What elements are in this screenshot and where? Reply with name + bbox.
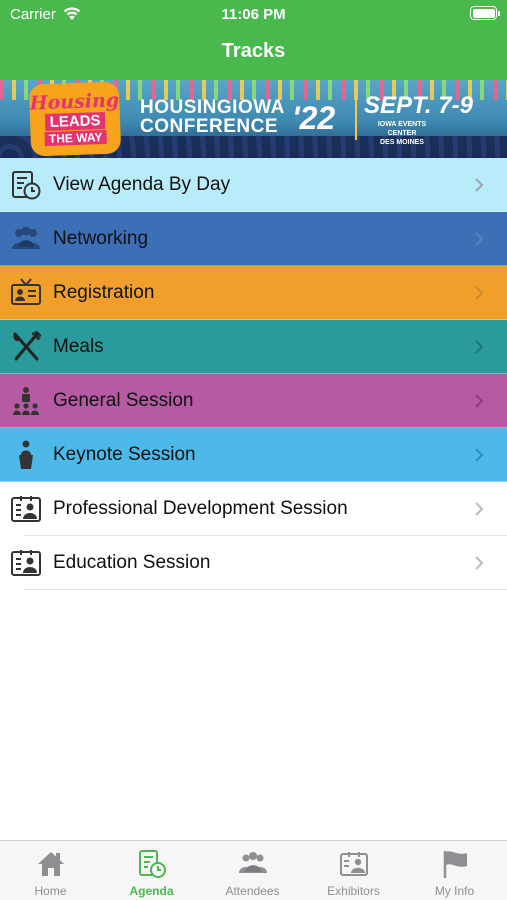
- track-label: Registration: [53, 282, 155, 303]
- tab-attendees[interactable]: Attendees: [202, 841, 303, 900]
- track-row-registration[interactable]: Registration: [0, 266, 507, 320]
- status-bar: Carrier 11:06 PM: [0, 0, 507, 28]
- podium-speaker-icon: [19, 440, 33, 469]
- clock: 11:06 PM: [221, 6, 286, 23]
- tab-bar: Home Agenda Attendees Exhibitors My Info: [0, 840, 507, 900]
- tab-my-info[interactable]: My Info: [404, 841, 505, 900]
- battery-icon: [470, 6, 500, 20]
- track-label: Professional Development Session: [53, 498, 348, 519]
- chevron-right-icon: [475, 232, 484, 246]
- chevron-right-icon: [475, 556, 484, 570]
- row-divider: [24, 589, 507, 590]
- track-row-keynote-session[interactable]: Keynote Session: [0, 428, 507, 482]
- track-row-networking[interactable]: Networking: [0, 212, 507, 266]
- audience-icon: [13, 387, 39, 415]
- contact-card-icon: [11, 550, 41, 576]
- exhibitors-icon: [340, 852, 368, 876]
- tab-agenda[interactable]: Agenda: [101, 841, 202, 900]
- banner-logo-badge: Housing LEADS THE WAY: [28, 81, 122, 157]
- tab-exhibitors[interactable]: Exhibitors: [303, 841, 404, 900]
- banner-title: HOUSINGIOWA CONFERENCE: [140, 97, 285, 137]
- calendar-clock-icon: [12, 171, 41, 200]
- track-label: Education Session: [53, 552, 211, 573]
- track-row-meals[interactable]: Meals: [0, 320, 507, 374]
- track-row-agenda-by-day[interactable]: View Agenda By Day: [0, 158, 507, 212]
- attendees-icon: [239, 852, 267, 873]
- agenda-icon: [139, 850, 166, 878]
- home-icon: [38, 852, 64, 876]
- page-title: Tracks: [221, 40, 286, 62]
- track-label: Meals: [53, 336, 104, 357]
- chevron-right-icon: [475, 394, 484, 408]
- track-label: General Session: [53, 390, 194, 411]
- people-group-icon: [12, 226, 40, 249]
- track-row-general-session[interactable]: General Session: [0, 374, 507, 428]
- conference-banner[interactable]: Housing LEADS THE WAY HOUSINGIOWA CONFER…: [0, 80, 507, 158]
- chevron-right-icon: [475, 178, 484, 192]
- chevron-right-icon: [475, 286, 484, 300]
- chevron-right-icon: [475, 340, 484, 354]
- banner-year: '22: [292, 100, 336, 136]
- track-label: Keynote Session: [53, 444, 196, 465]
- id-badge-icon: [11, 278, 41, 305]
- track-label: Networking: [53, 228, 149, 249]
- flag-icon: [443, 851, 467, 878]
- fork-knife-icon: [13, 331, 42, 361]
- banner-divider: [355, 98, 357, 140]
- tracks-list: View Agenda By Day Networking Registrati…: [0, 158, 507, 590]
- tab-home[interactable]: Home: [0, 841, 101, 900]
- track-row-professional-development[interactable]: Professional Development Session: [0, 482, 507, 536]
- contact-card-icon: [11, 496, 41, 522]
- track-label: View Agenda By Day: [53, 174, 231, 195]
- track-row-education-session[interactable]: Education Session: [0, 536, 507, 590]
- chevron-right-icon: [475, 448, 484, 462]
- banner-venue: IOWA EVENTS CENTER DES MOINES: [377, 121, 427, 146]
- banner-date: SEPT. 7-9: [364, 92, 473, 119]
- top-bar: Carrier 11:06 PM Tracks: [0, 0, 507, 80]
- chevron-right-icon: [475, 502, 484, 516]
